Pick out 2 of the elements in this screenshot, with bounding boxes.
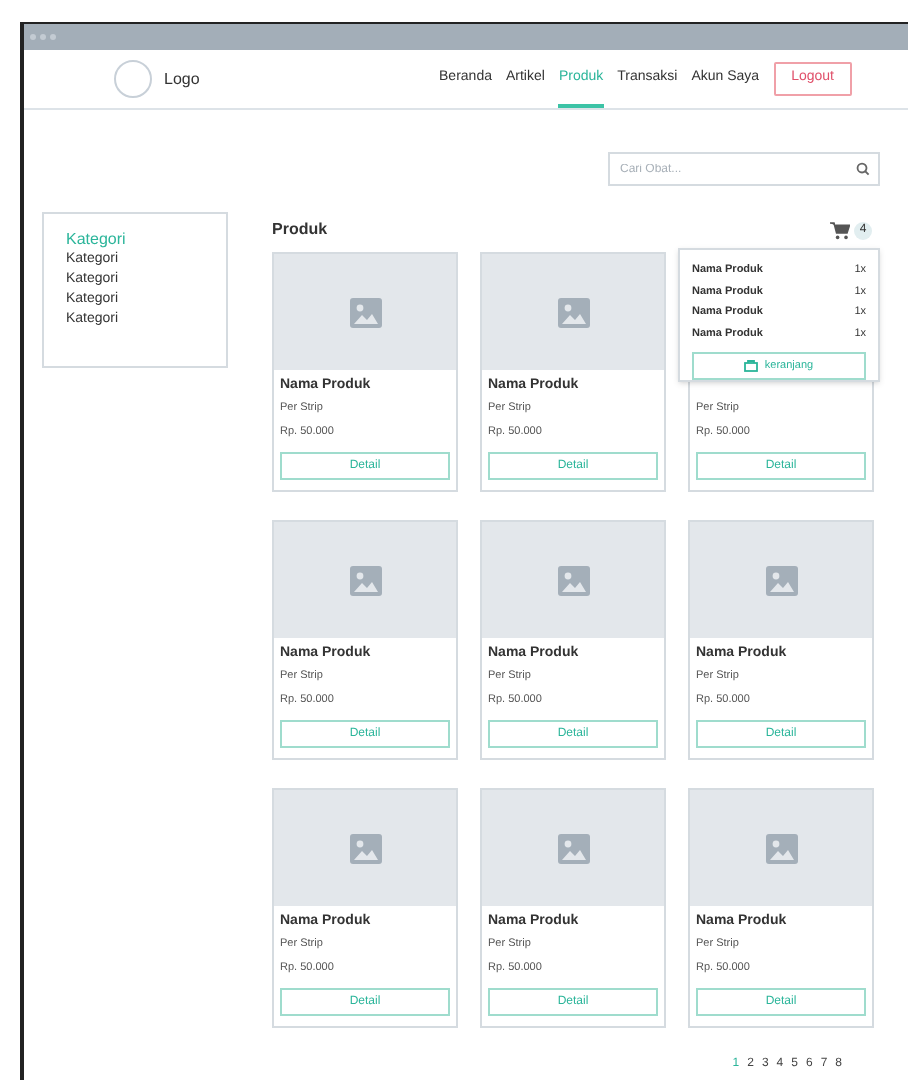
logo-text[interactable]: Logo — [164, 67, 200, 91]
section-title: Produk — [272, 218, 328, 242]
